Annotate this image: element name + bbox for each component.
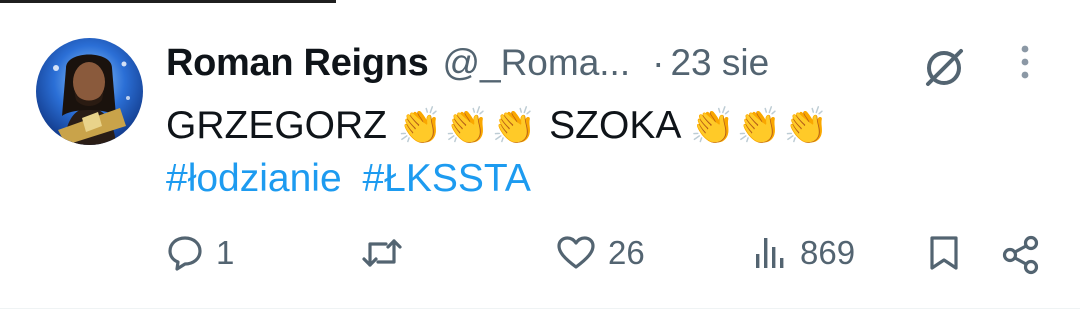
share-icon: [1000, 234, 1042, 276]
reply-count: 1: [216, 234, 235, 271]
author-handle[interactable]: @_Roma...: [442, 42, 630, 84]
post-text: GRZEGORZ 👏👏👏 SZOKA 👏👏👏: [166, 98, 831, 154]
header-separator: ·: [652, 42, 665, 83]
post-header: Roman Reigns @_Roma... · 23 sie: [166, 40, 769, 86]
post-text-part2: SZOKA: [549, 104, 680, 147]
hashtag-link[interactable]: #łodzianie: [166, 157, 342, 200]
more-vertical-icon[interactable]: [1005, 42, 1045, 82]
reply-button[interactable]: 1: [166, 234, 234, 272]
bottom-divider: [0, 308, 1080, 309]
heart-icon: [556, 234, 596, 272]
author-name[interactable]: Roman Reigns: [166, 42, 429, 85]
repost-icon: [360, 234, 404, 272]
top-divider: [0, 0, 336, 3]
hashtags: #łodzianie #ŁKSSTA: [166, 153, 531, 205]
clap-emoji-group: 👏👏👏: [690, 105, 831, 146]
post-time[interactable]: 23 sie: [670, 42, 769, 84]
post-text-part1: GRZEGORZ: [166, 104, 387, 147]
like-count: 26: [608, 234, 645, 271]
views-button[interactable]: 869: [752, 234, 855, 272]
views-count: 869: [800, 234, 856, 271]
views-icon: [752, 234, 788, 272]
bookmark-button[interactable]: [925, 234, 963, 272]
avatar[interactable]: [36, 38, 143, 145]
share-button[interactable]: [1000, 234, 1042, 276]
clap-emoji-group: 👏👏👏: [397, 105, 539, 146]
repost-button[interactable]: [360, 234, 416, 272]
grok-icon[interactable]: [920, 43, 968, 91]
reply-icon: [166, 234, 204, 272]
hashtag-link[interactable]: #ŁKSSTA: [362, 157, 530, 200]
like-button[interactable]: 26: [556, 234, 645, 272]
bookmark-icon: [925, 234, 963, 272]
